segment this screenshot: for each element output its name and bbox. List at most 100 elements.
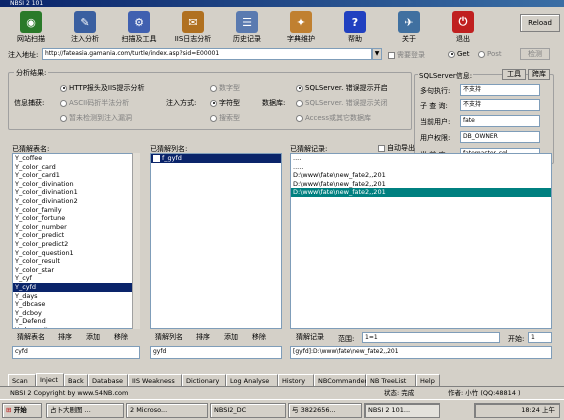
table-list-item[interactable]: Y_dcboy <box>13 309 139 318</box>
taskbar-item[interactable]: NBSI2_DC <box>210 403 286 418</box>
search-radio[interactable]: 搜索型 <box>210 113 240 123</box>
toolbar-button-history[interactable]: ☰ 历史记录 <box>224 8 270 46</box>
tab-iis-weakness[interactable]: IIS Weakness <box>128 374 182 386</box>
not-detected-radio[interactable]: 暂未检测到注入漏洞 <box>60 113 132 123</box>
user-label: 当前用户: <box>420 118 451 126</box>
tables-button-2[interactable]: 添加 <box>80 332 106 343</box>
table-list-item[interactable]: Y_color_question1 <box>13 249 139 258</box>
url-dropdown-icon[interactable]: ▼ <box>372 48 382 60</box>
table-list-item[interactable]: Y_demosite <box>13 326 139 328</box>
tab-inject[interactable]: Inject <box>36 373 64 386</box>
guess-records-button[interactable]: 猜解记录 <box>290 332 330 343</box>
record-row[interactable]: ..... <box>291 163 551 172</box>
detect-button[interactable]: 检测 <box>520 48 550 60</box>
toolbar-button-help[interactable]: ? 帮助 <box>332 8 378 46</box>
table-list-item[interactable]: Y_color_divination <box>13 180 139 189</box>
table-list-item[interactable]: Y_color_card <box>13 163 139 172</box>
help-label: 帮助 <box>348 35 362 43</box>
record-row[interactable]: D:\www\fate\new_fate2,,201 <box>291 171 551 180</box>
columns-button-2[interactable]: 添加 <box>218 332 244 343</box>
tools-button[interactable]: 工具 <box>502 69 526 80</box>
copyright-text: NBSI 2 Copyright by www.54NB.com <box>10 389 129 397</box>
url-input[interactable]: http://fateasia.gamania.com/turtle/index… <box>42 48 372 60</box>
column-checkbox[interactable] <box>153 154 160 162</box>
table-list-item[interactable]: Y_cyfd <box>13 282 139 292</box>
tab-nbcommander[interactable]: NBCommander <box>314 374 367 386</box>
tables-list[interactable]: Y_coffee Y_color_card Y_color_card1 Y_color… <box>12 153 140 329</box>
post-radio[interactable]: Post <box>478 50 502 58</box>
author-text: 作者: 小竹 (QQ:48814 ) <box>448 389 521 397</box>
table-list-item[interactable]: Y_color_divination1 <box>13 188 139 197</box>
start-button[interactable]: ⊞ 开始 <box>2 403 42 418</box>
table-list-item[interactable]: Y_color_divination2 <box>13 197 139 206</box>
tab-help[interactable]: Help <box>416 374 440 386</box>
tab-bar: Scan Inject Back Database IIS Weakness Dictio… <box>0 373 564 386</box>
http-error-radio[interactable]: HTTP报头及IIS提示分析 <box>60 83 145 93</box>
cross-db-button[interactable]: 跨库 <box>528 69 550 80</box>
column-list-item[interactable]: f_gyfd <box>151 154 281 163</box>
table-list-item[interactable]: Y_coffee <box>13 154 139 163</box>
tables-button-3[interactable]: 移除 <box>108 332 134 343</box>
tab-database[interactable]: Database <box>88 374 128 386</box>
record-row[interactable]: D:\www\fate\new_fate2,,201 <box>291 180 551 189</box>
table-list-item[interactable]: Y_cyf <box>13 274 139 283</box>
tab-dictionary[interactable]: Dictionary <box>182 374 226 386</box>
auto-export-checkbox[interactable]: 自动导出 <box>378 143 415 153</box>
taskbar-item[interactable]: 与 3822656... <box>288 403 362 418</box>
taskbar-item[interactable]: NBSI 2 101... <box>364 403 440 418</box>
numeric-radio[interactable]: 数字型 <box>210 83 240 93</box>
tab-nb-treelist[interactable]: NB TreeList <box>366 374 416 386</box>
table-list-item[interactable]: Y_color_predict2 <box>13 240 139 249</box>
get-radio[interactable]: Get <box>448 50 469 58</box>
string-radio[interactable]: 字符型 <box>210 98 240 108</box>
taskbar-item[interactable]: 2 Microso... <box>126 403 208 418</box>
history-label: 历史记录 <box>233 35 261 43</box>
tables-button-0[interactable]: 猜解表名 <box>12 332 50 343</box>
table-name-input[interactable]: cyfd <box>12 346 140 359</box>
reload-button[interactable]: Reload <box>520 14 560 32</box>
sqlserver-off-radio[interactable]: SQLServer. 错误提示关闭 <box>296 98 388 108</box>
sqlserver-info-title: SQLServer信息: <box>418 71 474 81</box>
column-name-input[interactable]: gyfd <box>150 346 282 359</box>
table-list-item[interactable]: Y_color_result <box>13 257 139 266</box>
toolbar-button-inject-analysis[interactable]: ✎ 注入分析 <box>62 8 108 46</box>
help-icon: ? <box>344 11 366 33</box>
table-list-item[interactable]: Y_color_number <box>13 223 139 232</box>
need-login-checkbox[interactable]: 需要登录 <box>388 50 425 60</box>
columns-button-1[interactable]: 排序 <box>190 332 216 343</box>
range-input[interactable]: 1=1 <box>362 332 500 343</box>
tables-scrollbar[interactable] <box>132 153 140 329</box>
table-list-item[interactable]: Y_color_family <box>13 206 139 215</box>
ascii-label: ASCII码折半法分析 <box>69 99 130 107</box>
columns-button-0[interactable]: 猜解列名 <box>150 332 188 343</box>
columns-list[interactable]: f_gyfd <box>150 153 282 329</box>
ascii-radio[interactable]: ASCII码折半法分析 <box>60 98 129 108</box>
table-list-item[interactable]: Y_dbcase <box>13 300 139 309</box>
toolbar-button-site-scan[interactable]: ◉ 网站扫描 <box>8 8 54 46</box>
table-list-item[interactable]: Y_color_predict <box>13 231 139 240</box>
table-list-item[interactable]: Y_color_star <box>13 266 139 275</box>
toolbar-button-about[interactable]: ✈ 关于 <box>386 8 432 46</box>
start-input[interactable]: 1 <box>528 332 552 343</box>
tab-history[interactable]: History <box>278 374 314 386</box>
dictionary-label: 字典维护 <box>287 35 315 43</box>
table-list-item[interactable]: Y_color_card1 <box>13 171 139 180</box>
access-radio[interactable]: Access或其它数据库 <box>296 113 371 123</box>
table-list-item[interactable]: Y_Defend <box>13 317 139 326</box>
tab-back[interactable]: Back <box>64 374 88 386</box>
tab-scan[interactable]: Scan <box>8 374 36 386</box>
table-list-item[interactable]: Y_color_fortune <box>13 214 139 223</box>
toolbar-button-dictionary[interactable]: ✦ 字典维护 <box>278 8 324 46</box>
toolbar-button-iis-log[interactable]: ✉ IIS日志分析 <box>170 8 216 46</box>
toolbar-button-exit[interactable]: ⏻ 退出 <box>440 8 486 46</box>
tab-log-analyse[interactable]: Log Analyse <box>226 374 278 386</box>
record-row[interactable]: D:\www\fate\new_fate2,,201 <box>291 188 551 197</box>
table-list-item[interactable]: Y_days <box>13 292 139 301</box>
columns-button-3[interactable]: 移除 <box>246 332 272 343</box>
toolbar-button-scan-tools[interactable]: ⚙ 扫描及工具 <box>116 8 162 46</box>
tables-button-1[interactable]: 排序 <box>52 332 78 343</box>
taskbar-item[interactable]: 占卜大剧图 ... <box>46 403 124 418</box>
sqlserver-on-radio[interactable]: SQLServer. 错误提示开启 <box>296 83 388 93</box>
records-list[interactable]: ......... D:\www\fate\new_fate2,,201 D:\ww… <box>290 153 552 329</box>
record-row[interactable]: .... <box>291 154 551 163</box>
